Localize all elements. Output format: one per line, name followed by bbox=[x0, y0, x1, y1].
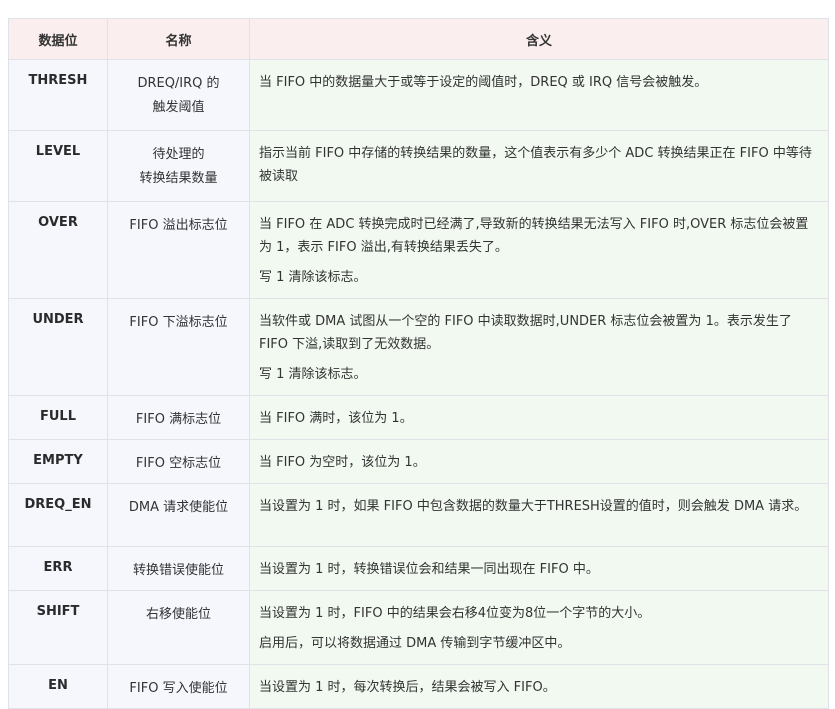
bit-cell: EMPTY bbox=[8, 439, 108, 484]
name-cell: 待处理的 转换结果数量 bbox=[107, 130, 250, 202]
desc-cell: 当设置为 1 时，如果 FIFO 中包含数据的数量大于THRESH设置的值时，则… bbox=[249, 483, 829, 547]
fifo-register-table: 数据位 名称 含义 THRESH DREQ/IRQ 的 触发阈值 当 FIFO … bbox=[8, 18, 829, 709]
name-line: 转换结果数量 bbox=[139, 171, 218, 186]
name-line: 触发阈值 bbox=[152, 100, 205, 115]
name-cell: 转换错误使能位 bbox=[107, 546, 250, 591]
desc-cell: 当 FIFO 为空时，该位为 1。 bbox=[249, 439, 829, 484]
table-row: OVER FIFO 溢出标志位 当 FIFO 在 ADC 转换完成时已经满了,导… bbox=[8, 201, 829, 299]
table-row: LEVEL 待处理的 转换结果数量 指示当前 FIFO 中存储的转换结果的数量，… bbox=[8, 130, 829, 202]
desc-paragraph: 启用后，可以将数据通过 DMA 传输到字节缓冲区中。 bbox=[259, 636, 571, 651]
table-header-row: 数据位 名称 含义 bbox=[8, 18, 829, 60]
bit-cell: FULL bbox=[8, 395, 108, 440]
table-row: DREQ_EN DMA 请求使能位 当设置为 1 时，如果 FIFO 中包含数据… bbox=[8, 483, 829, 547]
name-cell: DMA 请求使能位 bbox=[107, 483, 250, 547]
register-table-container: 数据位 名称 含义 THRESH DREQ/IRQ 的 触发阈值 当 FIFO … bbox=[8, 18, 829, 709]
table-row: EN FIFO 写入使能位 当设置为 1 时，每次转换后，结果会被写入 FIFO… bbox=[8, 664, 829, 709]
desc-paragraph: 当 FIFO 为空时，该位为 1。 bbox=[259, 455, 426, 470]
header-name: 名称 bbox=[107, 18, 250, 60]
table-row: EMPTY FIFO 空标志位 当 FIFO 为空时，该位为 1。 bbox=[8, 439, 829, 484]
desc-paragraph: 当软件或 DMA 试图从一个空的 FIFO 中读取数据时,UNDER 标志位会被… bbox=[259, 314, 792, 352]
name-line: FIFO 溢出标志位 bbox=[129, 218, 228, 233]
name-line: 右移使能位 bbox=[145, 607, 211, 622]
name-line: 转换错误使能位 bbox=[132, 563, 224, 578]
table-row: ERR 转换错误使能位 当设置为 1 时，转换错误位会和结果一同出现在 FIFO… bbox=[8, 546, 829, 591]
desc-paragraph: 当设置为 1 时，转换错误位会和结果一同出现在 FIFO 中。 bbox=[259, 562, 599, 577]
bit-cell: THRESH bbox=[8, 59, 108, 131]
desc-paragraph: 当设置为 1 时，如果 FIFO 中包含数据的数量大于THRESH设置的值时，则… bbox=[259, 499, 808, 514]
desc-cell: 当 FIFO 在 ADC 转换完成时已经满了,导致新的转换结果无法写入 FIFO… bbox=[249, 201, 829, 299]
name-line: DREQ/IRQ 的 bbox=[137, 76, 220, 91]
bit-cell: SHIFT bbox=[8, 590, 108, 665]
name-line: FIFO 空标志位 bbox=[135, 456, 222, 471]
name-line: FIFO 下溢标志位 bbox=[129, 315, 228, 330]
desc-paragraph: 当设置为 1 时，FIFO 中的结果会右移4位变为8位一个字节的大小。 bbox=[259, 606, 651, 621]
name-cell: FIFO 空标志位 bbox=[107, 439, 250, 484]
desc-paragraph: 写 1 清除该标志。 bbox=[259, 270, 367, 285]
desc-cell: 指示当前 FIFO 中存储的转换结果的数量，这个值表示有多少个 ADC 转换结果… bbox=[249, 130, 829, 202]
name-line: FIFO 满标志位 bbox=[135, 412, 222, 427]
desc-cell: 当软件或 DMA 试图从一个空的 FIFO 中读取数据时,UNDER 标志位会被… bbox=[249, 298, 829, 396]
table-row: THRESH DREQ/IRQ 的 触发阈值 当 FIFO 中的数据量大于或等于… bbox=[8, 59, 829, 131]
table-row: UNDER FIFO 下溢标志位 当软件或 DMA 试图从一个空的 FIFO 中… bbox=[8, 298, 829, 396]
table-row: SHIFT 右移使能位 当设置为 1 时，FIFO 中的结果会右移4位变为8位一… bbox=[8, 590, 829, 665]
name-cell: FIFO 溢出标志位 bbox=[107, 201, 250, 299]
bit-cell: ERR bbox=[8, 546, 108, 591]
desc-cell: 当设置为 1 时，转换错误位会和结果一同出现在 FIFO 中。 bbox=[249, 546, 829, 591]
desc-paragraph: 写 1 清除该标志。 bbox=[259, 367, 367, 382]
desc-cell: 当设置为 1 时，每次转换后，结果会被写入 FIFO。 bbox=[249, 664, 829, 709]
table-row: FULL FIFO 满标志位 当 FIFO 满时，该位为 1。 bbox=[8, 395, 829, 440]
bit-cell: LEVEL bbox=[8, 130, 108, 202]
desc-cell: 当 FIFO 中的数据量大于或等于设定的阈值时，DREQ 或 IRQ 信号会被触… bbox=[249, 59, 829, 131]
name-line: 待处理的 bbox=[152, 147, 205, 162]
bit-cell: DREQ_EN bbox=[8, 483, 108, 547]
header-bit: 数据位 bbox=[8, 18, 108, 60]
bit-cell: OVER bbox=[8, 201, 108, 299]
header-meaning: 含义 bbox=[249, 18, 829, 60]
name-line: FIFO 写入使能位 bbox=[129, 681, 228, 696]
name-cell: DREQ/IRQ 的 触发阈值 bbox=[107, 59, 250, 131]
bit-cell: EN bbox=[8, 664, 108, 709]
desc-cell: 当设置为 1 时，FIFO 中的结果会右移4位变为8位一个字节的大小。 启用后，… bbox=[249, 590, 829, 665]
desc-paragraph: 当设置为 1 时，每次转换后，结果会被写入 FIFO。 bbox=[259, 680, 556, 695]
desc-paragraph: 当 FIFO 在 ADC 转换完成时已经满了,导致新的转换结果无法写入 FIFO… bbox=[259, 217, 809, 255]
desc-paragraph: 当 FIFO 满时，该位为 1。 bbox=[259, 411, 413, 426]
name-cell: FIFO 满标志位 bbox=[107, 395, 250, 440]
name-line: DMA 请求使能位 bbox=[128, 500, 229, 515]
name-cell: FIFO 写入使能位 bbox=[107, 664, 250, 709]
name-cell: 右移使能位 bbox=[107, 590, 250, 665]
name-cell: FIFO 下溢标志位 bbox=[107, 298, 250, 396]
desc-paragraph: 当 FIFO 中的数据量大于或等于设定的阈值时，DREQ 或 IRQ 信号会被触… bbox=[259, 75, 708, 90]
bit-cell: UNDER bbox=[8, 298, 108, 396]
desc-paragraph: 指示当前 FIFO 中存储的转换结果的数量，这个值表示有多少个 ADC 转换结果… bbox=[259, 146, 812, 184]
desc-cell: 当 FIFO 满时，该位为 1。 bbox=[249, 395, 829, 440]
